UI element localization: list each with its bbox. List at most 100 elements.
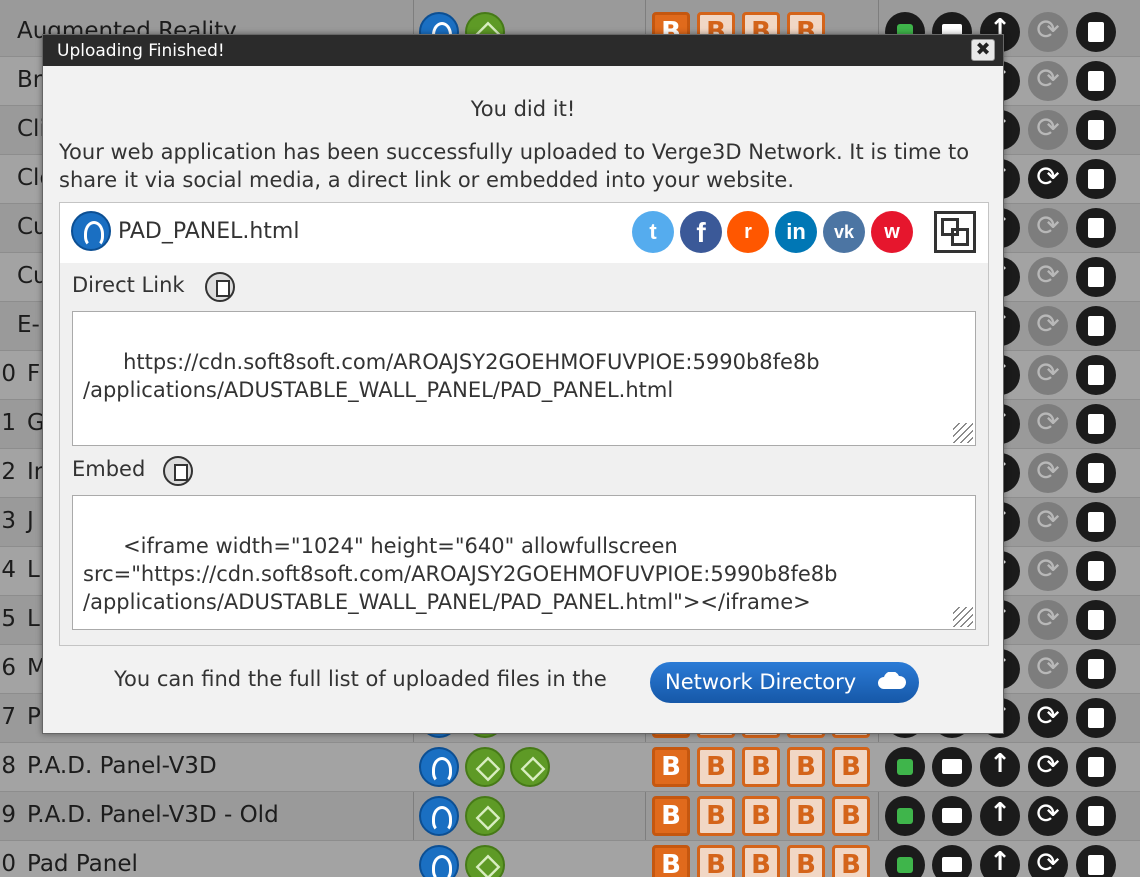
- row-app-name: E-: [17, 312, 40, 338]
- trash-icon[interactable]: [1076, 159, 1116, 199]
- direct-link-label: Direct Link: [72, 273, 185, 297]
- row-number: 3: [1, 508, 16, 534]
- trash-icon[interactable]: [1076, 110, 1116, 150]
- blogger-icon[interactable]: B: [697, 796, 735, 836]
- blogger-icon[interactable]: B: [832, 796, 870, 836]
- verge3d-logo-icon: [71, 211, 111, 251]
- refresh-icon[interactable]: [1028, 159, 1068, 199]
- refresh-icon[interactable]: [1028, 12, 1068, 52]
- folder-icon[interactable]: [932, 796, 972, 836]
- blogger-icon[interactable]: B: [832, 747, 870, 787]
- copy-direct-link-button[interactable]: [205, 272, 235, 302]
- resize-handle[interactable]: [953, 423, 973, 443]
- trash-icon[interactable]: [1076, 796, 1116, 836]
- refresh-icon[interactable]: [1028, 551, 1068, 591]
- blogger-icon[interactable]: B: [697, 845, 735, 877]
- success-description: Your web application has been successful…: [59, 140, 970, 192]
- trash-icon[interactable]: [1076, 845, 1116, 877]
- blogger-icon[interactable]: B: [832, 845, 870, 877]
- direct-link-textarea[interactable]: https://cdn.soft8soft.com/AROAJSY2GOEHMO…: [72, 311, 976, 446]
- trash-icon[interactable]: [1076, 404, 1116, 444]
- blogger-icon[interactable]: B: [742, 796, 780, 836]
- verge3d-icon: [419, 796, 459, 836]
- blogger-icon[interactable]: B: [742, 845, 780, 877]
- blogger-icon[interactable]: B: [742, 747, 780, 787]
- upload-icon[interactable]: [980, 796, 1020, 836]
- refresh-icon[interactable]: [1028, 649, 1068, 689]
- refresh-icon[interactable]: [1028, 698, 1068, 738]
- refresh-icon[interactable]: [1028, 747, 1068, 787]
- blogger-icon[interactable]: B: [697, 747, 735, 787]
- blogger-icon[interactable]: B: [652, 747, 690, 787]
- refresh-icon[interactable]: [1028, 208, 1068, 248]
- trash-icon[interactable]: [1076, 355, 1116, 395]
- refresh-icon[interactable]: [1028, 845, 1068, 877]
- blogger-icon[interactable]: B: [787, 747, 825, 787]
- twitter-share-button[interactable]: t: [632, 211, 674, 253]
- row-number: 9: [1, 802, 16, 828]
- cube-icon: [465, 796, 505, 836]
- trash-icon[interactable]: [1076, 649, 1116, 689]
- refresh-icon[interactable]: [1028, 404, 1068, 444]
- row-number: 0: [1, 361, 16, 387]
- trash-icon[interactable]: [1076, 551, 1116, 591]
- trash-icon[interactable]: [1076, 747, 1116, 787]
- trash-icon[interactable]: [1076, 12, 1116, 52]
- refresh-icon[interactable]: [1028, 796, 1068, 836]
- puzzles-icon[interactable]: [885, 796, 925, 836]
- refresh-icon[interactable]: [1028, 600, 1068, 640]
- trash-icon[interactable]: [1076, 502, 1116, 542]
- blogger-icon[interactable]: B: [652, 845, 690, 877]
- refresh-icon[interactable]: [1028, 257, 1068, 297]
- resize-handle[interactable]: [953, 607, 973, 627]
- weibo-share-button[interactable]: w: [871, 211, 913, 253]
- embed-textarea[interactable]: <iframe width="1024" height="640" allowf…: [72, 495, 976, 630]
- trash-icon[interactable]: [1076, 600, 1116, 640]
- cloud-icon: [878, 672, 906, 689]
- refresh-icon[interactable]: [1028, 110, 1068, 150]
- trash-icon[interactable]: [1076, 61, 1116, 101]
- refresh-icon[interactable]: [1028, 355, 1068, 395]
- puzzles-icon[interactable]: [885, 747, 925, 787]
- trash-icon[interactable]: [1076, 698, 1116, 738]
- blogger-icon[interactable]: B: [787, 796, 825, 836]
- row-app-name: Br: [17, 67, 43, 93]
- folder-icon[interactable]: [932, 747, 972, 787]
- refresh-icon[interactable]: [1028, 453, 1068, 493]
- cube-icon: [465, 747, 505, 787]
- share-panel: PAD_PANEL.html t f r in vk w Direct Link…: [59, 202, 989, 646]
- refresh-icon[interactable]: [1028, 306, 1068, 346]
- puzzles-icon[interactable]: [885, 845, 925, 877]
- table-row[interactable]: 9 P.A.D. Panel-V3D - Old B B B B B: [0, 792, 1140, 841]
- trash-icon[interactable]: [1076, 306, 1116, 346]
- blogger-icon[interactable]: B: [652, 796, 690, 836]
- upload-icon[interactable]: [980, 845, 1020, 877]
- table-row[interactable]: 0 Pad Panel B B B B B: [0, 841, 1140, 877]
- reddit-share-button[interactable]: r: [727, 211, 769, 253]
- row-app-name: P.A.D. Panel-V3D - Old: [27, 802, 279, 828]
- cube-icon: [465, 845, 505, 877]
- table-row[interactable]: 8 P.A.D. Panel-V3D B B B B B: [0, 743, 1140, 792]
- verge3d-icon: [419, 845, 459, 877]
- blogger-icon[interactable]: B: [787, 845, 825, 877]
- trash-icon[interactable]: [1076, 257, 1116, 297]
- qr-code-button[interactable]: [934, 211, 976, 253]
- app-file-name: PAD_PANEL.html: [118, 219, 300, 244]
- row-app-name: Pad Panel: [27, 851, 138, 877]
- refresh-icon[interactable]: [1028, 502, 1068, 542]
- vk-share-button[interactable]: vk: [823, 211, 865, 253]
- folder-icon[interactable]: [932, 845, 972, 877]
- facebook-share-button[interactable]: f: [680, 211, 722, 253]
- row-app-name: J: [27, 508, 34, 534]
- close-button[interactable]: ✖: [971, 39, 995, 61]
- cube-icon: [510, 747, 550, 787]
- trash-icon[interactable]: [1076, 208, 1116, 248]
- trash-icon[interactable]: [1076, 453, 1116, 493]
- row-number: 8: [1, 753, 16, 779]
- network-directory-button[interactable]: Network Directory: [650, 662, 919, 703]
- embed-label: Embed: [72, 457, 146, 481]
- upload-icon[interactable]: [980, 747, 1020, 787]
- refresh-icon[interactable]: [1028, 61, 1068, 101]
- linkedin-share-button[interactable]: in: [775, 211, 817, 253]
- copy-embed-button[interactable]: [163, 456, 193, 486]
